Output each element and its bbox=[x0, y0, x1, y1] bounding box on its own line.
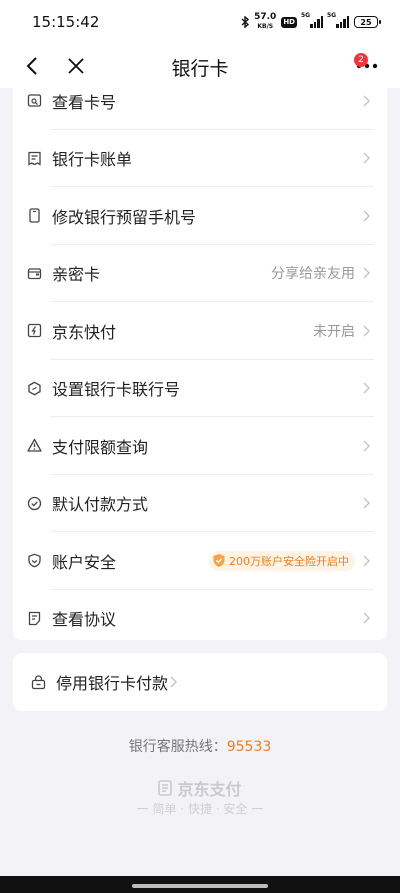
chevron-right-icon bbox=[361, 151, 371, 165]
wallet-icon bbox=[26, 265, 42, 281]
chevron-right-icon bbox=[361, 209, 371, 223]
chevron-right-icon bbox=[168, 675, 178, 689]
menu-item-intimate-card[interactable]: 亲密卡 分享给亲友用 bbox=[13, 245, 387, 302]
gesture-bar bbox=[0, 876, 400, 893]
menu-item-label: 银行卡账单 bbox=[52, 150, 133, 170]
battery-icon: 25 bbox=[354, 16, 381, 28]
menu-item-label: 修改银行预留手机号 bbox=[52, 207, 197, 227]
chevron-right-icon bbox=[361, 324, 371, 338]
hotline-label: 银行客服热线： bbox=[128, 739, 227, 755]
signal-icon-1: 5G bbox=[301, 12, 323, 28]
phone-icon bbox=[26, 208, 42, 224]
lock-icon bbox=[30, 674, 46, 690]
chevron-right-icon bbox=[361, 496, 371, 510]
chevron-right-icon bbox=[361, 439, 371, 453]
menu-item-view-agreement[interactable]: 查看协议 bbox=[13, 590, 387, 641]
menu-item-jd-quickpay[interactable]: 京东快付 未开启 bbox=[13, 302, 387, 360]
menu-item-label: 京东快付 bbox=[52, 322, 117, 342]
more-button[interactable]: 2 bbox=[352, 52, 382, 80]
chevron-right-icon bbox=[361, 554, 371, 568]
shield-icon bbox=[26, 553, 42, 569]
menu-item-label: 亲密卡 bbox=[52, 265, 101, 285]
jd-pay-logo-icon bbox=[158, 780, 173, 796]
menu-item-card-bill[interactable]: 银行卡账单 bbox=[13, 130, 387, 187]
hotline: 银行客服热线：95533 bbox=[0, 736, 400, 756]
disable-card-payment-button[interactable]: 停用银行卡付款 bbox=[13, 653, 387, 711]
menu-item-default-payment[interactable]: 默认付款方式 bbox=[13, 475, 387, 532]
stop-card: 停用银行卡付款 bbox=[13, 653, 387, 711]
hexagon-icon bbox=[26, 380, 42, 396]
menu-list: 查看卡号 银行卡账单 修改银行预留手机号 亲密卡 分享给亲友用 京东快付 未开启… bbox=[13, 88, 387, 640]
menu-item-value: 未开启 bbox=[313, 323, 355, 340]
menu-item-bank-code[interactable]: 设置银行卡联行号 bbox=[13, 360, 387, 417]
net-speed: 57.0 KB/S bbox=[254, 13, 276, 31]
warning-icon bbox=[26, 438, 42, 454]
menu-item-value: 分享给亲友用 bbox=[271, 266, 355, 283]
chevron-right-icon bbox=[361, 381, 371, 395]
menu-item-label: 默认付款方式 bbox=[52, 495, 149, 515]
shield-check-icon bbox=[213, 554, 225, 568]
document-icon bbox=[26, 610, 42, 626]
net-speed-value: 57.0 bbox=[254, 12, 277, 22]
menu-item-label: 账户安全 bbox=[52, 552, 117, 572]
status-time: 15:15:42 bbox=[32, 13, 100, 31]
brand-logo: 京东支付 bbox=[0, 776, 400, 800]
menu-item-view-card-number[interactable]: 查看卡号 bbox=[13, 88, 387, 130]
signal-2-label: 5G bbox=[327, 12, 337, 19]
promo-text: 200万账户安全险开启中 bbox=[229, 554, 349, 568]
menu-item-label: 查看卡号 bbox=[52, 92, 117, 112]
bill-icon bbox=[26, 150, 42, 166]
battery-level: 25 bbox=[360, 17, 372, 27]
lightning-icon bbox=[26, 323, 42, 339]
hotline-number[interactable]: 95533 bbox=[227, 739, 272, 755]
hd-badge: HD bbox=[281, 16, 297, 28]
insurance-promo-badge: 200万账户安全险开启中 bbox=[209, 550, 355, 571]
signal-icon-2: 5G bbox=[327, 12, 349, 28]
menu-item-limit-query[interactable]: 支付限额查询 bbox=[13, 417, 387, 475]
check-circle-icon bbox=[26, 495, 42, 511]
menu-card: 查看卡号 银行卡账单 修改银行预留手机号 亲密卡 分享给亲友用 京东快付 未开启… bbox=[13, 88, 387, 640]
chevron-right-icon bbox=[361, 611, 371, 625]
menu-item-label: 设置银行卡联行号 bbox=[52, 380, 181, 400]
home-indicator[interactable] bbox=[132, 884, 268, 888]
net-speed-unit: KB/S bbox=[257, 23, 274, 30]
status-icons: 57.0 KB/S HD 5G 5G 25 bbox=[241, 12, 381, 31]
stop-label: 停用银行卡付款 bbox=[56, 674, 169, 693]
notification-badge: 2 bbox=[354, 53, 368, 67]
chevron-right-icon bbox=[361, 94, 371, 108]
menu-item-label: 支付限额查询 bbox=[52, 437, 149, 457]
status-bar: 15:15:42 57.0 KB/S HD 5G 5G 25 bbox=[0, 0, 400, 44]
brand-name: 京东支付 bbox=[177, 780, 242, 799]
nav-bar: 银行卡 2 bbox=[0, 44, 400, 88]
signal-1-label: 5G bbox=[301, 12, 311, 19]
bluetooth-icon bbox=[241, 16, 250, 28]
menu-item-label: 查看协议 bbox=[52, 610, 117, 630]
chevron-right-icon bbox=[361, 266, 371, 280]
slogan: 一 简单 · 快捷 · 安全 一 bbox=[136, 802, 264, 816]
menu-item-account-security[interactable]: 账户安全 200万账户安全险开启中 bbox=[13, 532, 387, 590]
card-search-icon bbox=[26, 93, 42, 109]
page-title: 银行卡 bbox=[171, 58, 229, 80]
menu-item-change-phone[interactable]: 修改银行预留手机号 bbox=[13, 187, 387, 245]
